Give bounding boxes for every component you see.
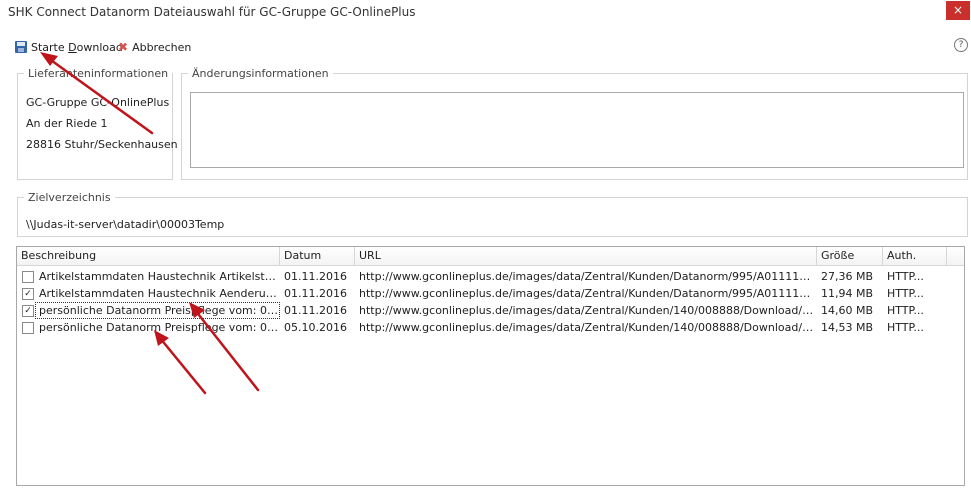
row-checkbox[interactable]: ✓ [22,288,34,300]
row-checkbox[interactable] [22,322,34,334]
row-checkbox[interactable] [22,271,34,283]
row-size: 11,94 MB [821,287,874,300]
save-icon [15,41,27,53]
row-date: 05.10.2016 [284,321,347,334]
supplier-city: 28816 Stuhr/Seckenhausen [26,138,178,151]
column-header-auth[interactable]: Auth. [883,247,947,265]
table-row[interactable]: ✓ persönliche Datanorm Preispflege vom: … [17,302,964,319]
title-bar: SHK Connect Datanorm Dateiauswahl für GC… [0,0,971,24]
row-auth: HTTP... [887,304,924,317]
row-auth: HTTP... [887,270,924,283]
row-auth: HTTP... [887,321,924,334]
target-directory-group: Zielverzeichnis \\Judas-it-server\datadi… [17,191,968,237]
target-directory-path: \\Judas-it-server\datadir\00003Temp [26,218,225,231]
table-row[interactable]: ✓ Artikelstammdaten Haustechnik Aenderun… [17,285,964,302]
file-grid[interactable]: Beschreibung Datum URL Größe Auth. Artik… [16,246,965,486]
row-description: persönliche Datanorm Preispflege vom: 05… [39,321,280,334]
row-url: http://www.gconlineplus.de/images/data/Z… [359,287,817,300]
column-header-size[interactable]: Größe [817,247,883,265]
row-auth: HTTP... [887,287,924,300]
row-size: 14,53 MB [821,321,874,334]
row-url: http://www.gconlineplus.de/images/data/Z… [359,304,817,317]
cancel-label: Abbrechen [132,40,192,54]
row-url: http://www.gconlineplus.de/images/data/Z… [359,321,817,334]
download-label: Starte Download [31,40,123,54]
row-description: persönliche Datanorm Preispflege vom: 01… [35,302,280,319]
row-size: 27,36 MB [821,270,874,283]
grid-header: Beschreibung Datum URL Größe Auth. [17,247,964,266]
table-row[interactable]: persönliche Datanorm Preispflege vom: 05… [17,319,964,336]
change-info-legend: Änderungsinformationen [192,67,329,80]
row-checkbox[interactable]: ✓ [22,305,34,317]
row-date: 01.11.2016 [284,304,347,317]
close-icon: × [952,3,964,17]
window-title: SHK Connect Datanorm Dateiauswahl für GC… [8,5,416,19]
row-description: Artikelstammdaten Haustechnik Aenderung … [39,287,280,300]
start-download-button[interactable]: Starte Download [15,38,123,56]
row-date: 01.11.2016 [284,287,347,300]
row-date: 01.11.2016 [284,270,347,283]
supplier-info-group: Lieferanteninformationen GC-Gruppe GC-On… [17,67,178,180]
row-description: Artikelstammdaten Haustechnik Artikelsta… [39,270,280,283]
table-row[interactable]: Artikelstammdaten Haustechnik Artikelsta… [17,268,964,285]
cancel-icon: ✖ [118,40,129,54]
column-header-description[interactable]: Beschreibung [17,247,280,265]
supplier-name: GC-Gruppe GC-OnlinePlus [26,96,170,109]
row-size: 14,60 MB [821,304,874,317]
close-button[interactable]: × [946,1,970,20]
toolbar: Starte Download ✖ Abbrechen [0,38,971,56]
change-info-textarea[interactable] [190,92,964,168]
column-header-url[interactable]: URL [355,247,817,265]
column-header-date[interactable]: Datum [280,247,355,265]
target-directory-legend: Zielverzeichnis [28,191,111,204]
cancel-button[interactable]: ✖ Abbrechen [118,38,191,56]
row-url: http://www.gconlineplus.de/images/data/Z… [359,270,817,283]
supplier-street: An der Riede 1 [26,117,108,130]
supplier-info-legend: Lieferanteninformationen [28,67,169,80]
help-icon[interactable]: ? [954,38,968,52]
change-info-group: Änderungsinformationen [181,67,968,180]
